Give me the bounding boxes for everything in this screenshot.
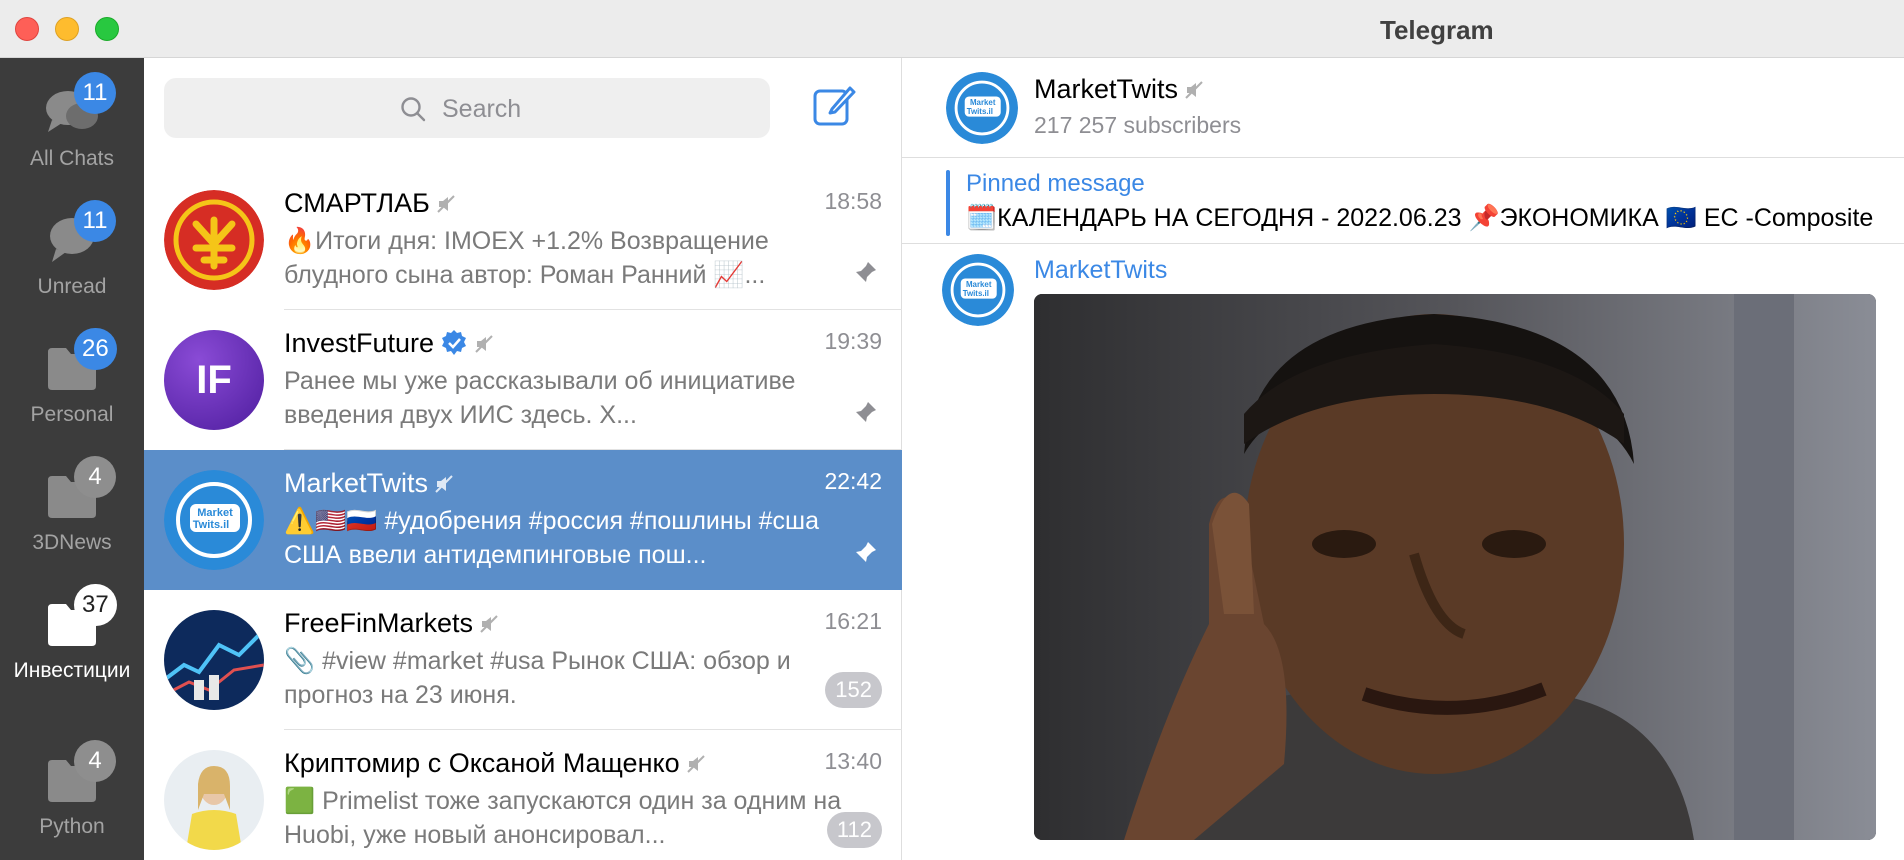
chat-row-markettwits[interactable]: Market Twits.il MarketTwits 22:42 ⚠️🇺🇸🇷🇺… — [144, 450, 902, 590]
chat-time: 18:58 — [824, 188, 882, 214]
chat-time: 13:40 — [824, 748, 882, 774]
pin-icon — [856, 542, 876, 562]
chat-name: FreeFinMarkets — [284, 608, 499, 639]
freefinmarkets-avatar — [164, 610, 264, 710]
svg-text:Market: Market — [966, 280, 992, 289]
chat-time: 22:42 — [824, 468, 882, 494]
svg-text:Twits.il: Twits.il — [193, 519, 229, 531]
pin-icon — [856, 402, 876, 422]
folder-badge: 4 — [74, 740, 116, 782]
folder-unread[interactable]: 11 Unread — [0, 186, 144, 314]
chat-row-smartlab[interactable]: СМАРТЛАБ 18:58 🔥Итоги дня: IMOEX +1.2% В… — [144, 170, 902, 310]
muted-icon — [437, 195, 455, 213]
chat-preview: 📎 #view #market #usa Рынок США: обзор и … — [284, 647, 791, 709]
folder-investments[interactable]: 37 Инвестиции — [0, 570, 144, 698]
chat-row-freefinmarkets[interactable]: FreeFinMarkets 16:21 📎 #view #market #us… — [144, 590, 902, 730]
chat-pane: Market Twits.il MarketTwits 217 257 subs… — [902, 58, 1904, 860]
chat-time: 16:21 — [824, 608, 882, 634]
folder-label: Unread — [37, 275, 107, 298]
chat-preview: ⚠️🇺🇸🇷🇺 #удобрения #россия #пошлины #сша … — [284, 507, 819, 569]
folder-badge: 37 — [74, 584, 117, 626]
avatar-initials: IF — [196, 357, 232, 402]
svg-text:Market: Market — [197, 507, 233, 519]
folder-personal[interactable]: 26 Personal — [0, 314, 144, 442]
pinned-message-bar[interactable]: Pinned message 🗓️КАЛЕНДАРЬ НА СЕГОДНЯ - … — [902, 158, 1904, 244]
markettwits-avatar: Market Twits.il — [164, 470, 264, 570]
search-placeholder: Search — [442, 95, 522, 123]
svg-text:Market: Market — [970, 98, 996, 107]
channel-avatar: Market Twits.il — [946, 72, 1018, 144]
channel-title: MarketTwits — [1034, 74, 1204, 105]
folder-badge: 4 — [74, 456, 116, 498]
message-author-avatar[interactable]: Market Twits.il — [942, 254, 1014, 326]
unread-count-badge: 112 — [826, 812, 882, 848]
maximize-window-button[interactable] — [95, 17, 119, 41]
compose-icon[interactable] — [812, 84, 856, 128]
title-bar: Telegram — [0, 0, 1904, 58]
muted-icon — [435, 475, 453, 493]
folder-label: All Chats — [29, 147, 115, 170]
folder-badge: 11 — [74, 72, 116, 114]
message-author[interactable]: MarketTwits — [1034, 256, 1167, 285]
muted-icon — [1185, 81, 1203, 99]
unread-count-badge: 152 — [825, 672, 882, 708]
folder-python[interactable]: 4 Python — [0, 726, 144, 854]
folder-label: Python — [39, 815, 105, 838]
search-icon — [401, 97, 426, 122]
window-title: Telegram — [1380, 15, 1494, 45]
chat-time: 19:39 — [824, 328, 882, 354]
chat-preview: Ранее мы уже рассказывали об инициативе … — [284, 367, 796, 429]
muted-icon — [475, 335, 493, 353]
search-input[interactable]: Search — [164, 78, 770, 138]
chat-preview: 🟩 Primelist тоже запускаются один за одн… — [284, 787, 842, 849]
investfuture-avatar: IF — [164, 330, 264, 430]
muted-icon — [686, 755, 705, 773]
chat-row-investfuture[interactable]: IF InvestFuture 19:39 Ранее мы уже расск… — [144, 310, 902, 450]
chat-header[interactable]: Market Twits.il MarketTwits 217 257 subs… — [902, 58, 1904, 158]
chat-row-cryptomir[interactable]: Криптомир с Оксаной Мащенко 13:40 🟩 Prim… — [144, 730, 902, 860]
pinned-indicator — [946, 170, 950, 236]
folder-badge: 26 — [74, 328, 117, 370]
chat-name: MarketTwits — [284, 468, 454, 499]
pinned-text: 🗓️КАЛЕНДАРЬ НА СЕГОДНЯ - 2022.06.23 📌ЭКО… — [966, 204, 1874, 232]
folder-label: 3DNews — [32, 531, 112, 554]
folder-3dnews[interactable]: 4 3DNews — [0, 442, 144, 570]
minimize-window-button[interactable] — [55, 17, 79, 41]
close-window-button[interactable] — [15, 17, 39, 41]
meme-photo-image — [1034, 294, 1876, 840]
cryptomir-avatar — [164, 750, 264, 850]
smartlab-avatar — [164, 190, 264, 290]
svg-text:Twits.il: Twits.il — [967, 107, 993, 116]
chat-name: Криптомир с Оксаной Мащенко — [284, 748, 706, 779]
folder-all-chats[interactable]: 11 All Chats — [0, 58, 144, 186]
pinned-title: Pinned message — [966, 170, 1145, 197]
chat-preview: 🔥Итоги дня: IMOEX +1.2% Возвращение блуд… — [284, 227, 769, 289]
folder-label: Инвестиции — [13, 659, 131, 682]
folder-label: Personal — [30, 403, 114, 426]
folder-badge: 11 — [74, 200, 116, 242]
pin-icon — [856, 262, 876, 282]
message-photo[interactable] — [1034, 294, 1876, 840]
verified-icon — [442, 330, 467, 355]
svg-text:Twits.il: Twits.il — [963, 289, 989, 298]
subscriber-count: 217 257 subscribers — [1034, 112, 1242, 138]
folder-sidebar: 11 All Chats 11 Unread 26 Personal 4 3DN… — [0, 58, 144, 860]
muted-icon — [480, 615, 498, 633]
chat-list: Search СМАРТЛАБ 18:58 🔥Итоги дня: IMOEX … — [144, 58, 902, 860]
chat-name: InvestFuture — [284, 328, 494, 359]
chat-name: СМАРТЛАБ — [284, 188, 456, 219]
